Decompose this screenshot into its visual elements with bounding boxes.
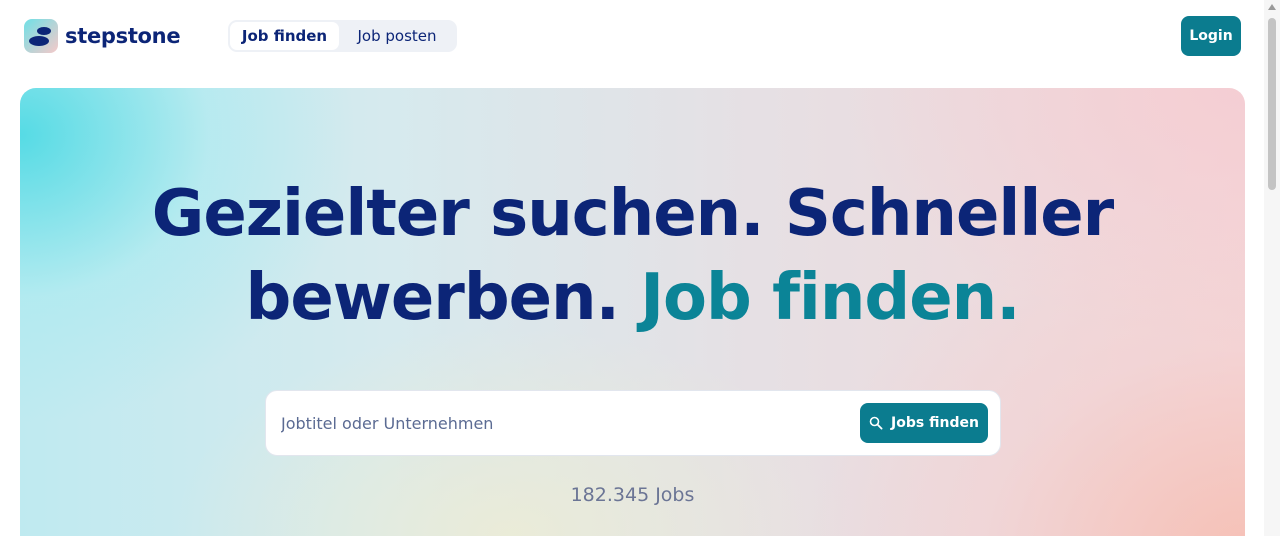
- scroll-up-arrow-icon[interactable]: [1268, 4, 1276, 10]
- search-box: Jobs finden: [265, 390, 1001, 456]
- job-count: 182.345 Jobs: [570, 484, 695, 506]
- scroll-thumb[interactable]: [1268, 18, 1276, 190]
- tab-job-posten[interactable]: Job posten: [339, 22, 455, 50]
- stepstone-logo[interactable]: stepstone: [24, 19, 181, 53]
- login-button[interactable]: Login: [1181, 16, 1241, 56]
- nav-tabs: Job finden Job posten: [228, 20, 457, 52]
- page: stepstone Job finden Job posten Login Ge…: [0, 0, 1280, 536]
- tab-job-finden[interactable]: Job finden: [230, 22, 339, 50]
- page-scrollbar[interactable]: [1264, 0, 1280, 536]
- logo-text: stepstone: [65, 24, 181, 48]
- search-icon: [869, 416, 883, 430]
- site-header: stepstone Job finden Job posten Login: [0, 0, 1264, 74]
- hero-section: Gezielter suchen. Schneller bewerben. Jo…: [20, 88, 1245, 536]
- search-input[interactable]: [281, 403, 851, 443]
- hero-headline: Gezielter suchen. Schneller bewerben. Jo…: [20, 172, 1245, 340]
- headline-accent: Job finden.: [640, 261, 1020, 335]
- jobs-finden-label: Jobs finden: [891, 415, 979, 431]
- jobs-finden-button[interactable]: Jobs finden: [860, 403, 988, 443]
- logo-mark-icon: [24, 19, 58, 53]
